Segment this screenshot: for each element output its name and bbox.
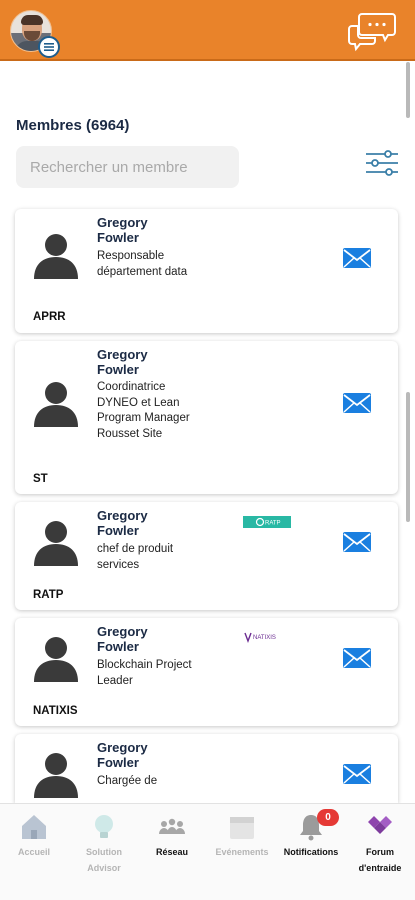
notification-count-badge: 0 [317, 809, 339, 826]
person-icon [34, 234, 78, 279]
page-title: Membres (6964) [16, 117, 130, 134]
search-input[interactable] [16, 146, 239, 188]
member-role: Chargée de [97, 775, 158, 787]
member-card[interactable]: Gregory Fowler Coordinatrice DYNEO et Le… [15, 341, 398, 494]
member-name[interactable]: Gregory Fowler [97, 347, 187, 377]
member-company: RATP [33, 589, 64, 601]
network-people-icon [159, 818, 185, 834]
forum-diamond-icon [368, 816, 392, 834]
person-icon [34, 637, 78, 682]
member-card[interactable]: Gregory Fowler Responsable département d… [15, 209, 398, 333]
bottom-navigation: Accueil Solution Advisor Réseau Evénemen… [0, 803, 415, 900]
company-logo-ratp: RATP [243, 516, 291, 528]
nav-item-accueil[interactable]: Accueil [0, 812, 69, 860]
mail-icon[interactable] [342, 647, 372, 669]
member-role: Responsable département data [97, 250, 188, 278]
member-role: Blockchain Project Leader [97, 659, 192, 687]
menu-icon[interactable] [38, 36, 60, 58]
person-icon [34, 753, 78, 798]
nav-item-notifications[interactable]: 0 Notifications [276, 809, 346, 860]
sliders-icon[interactable] [365, 150, 399, 176]
nav-item-evenements[interactable]: Evénements [207, 812, 277, 860]
home-icon [22, 815, 46, 839]
member-name[interactable]: Gregory Fowler [97, 740, 187, 770]
company-logo-text: NATIXIS [253, 635, 276, 641]
nav-label: Forum d'entraide [358, 847, 402, 873]
nav-label: Réseau [155, 847, 189, 857]
chat-bubbles-icon[interactable] [348, 10, 396, 52]
member-company: NATIXIS [33, 705, 78, 717]
member-name[interactable]: Gregory Fowler [97, 215, 187, 245]
nav-label: Accueil [17, 847, 50, 857]
mail-icon[interactable] [342, 247, 372, 269]
member-role: Coordinatrice DYNEO et Lean Program Mana… [97, 381, 190, 440]
member-card[interactable]: Gregory Fowler Blockchain Project Leader… [15, 618, 398, 726]
member-card[interactable]: Gregory Fowler chef de produit services … [15, 502, 398, 610]
lightbulb-icon [95, 815, 113, 838]
member-name[interactable]: Gregory Fowler [97, 508, 187, 538]
member-company: ST [33, 473, 48, 485]
mail-icon[interactable] [342, 531, 372, 553]
company-logo-natixis: NATIXIS [244, 632, 276, 643]
person-icon [34, 382, 78, 427]
nav-item-forum[interactable]: Forum d'entraide [345, 812, 415, 876]
company-logo-text: RATP [265, 521, 281, 527]
user-avatar-button[interactable] [10, 10, 60, 58]
nav-label: Evénements [215, 847, 269, 857]
member-name[interactable]: Gregory Fowler [97, 624, 187, 654]
person-icon [34, 521, 78, 566]
app-header [0, 0, 415, 61]
calendar-icon [230, 817, 254, 839]
scrollbar[interactable] [405, 62, 411, 802]
nav-label: Notifications [283, 847, 339, 857]
scrollbar-thumb-secondary[interactable] [406, 392, 410, 522]
mail-icon[interactable] [342, 392, 372, 414]
nav-item-solution-advisor[interactable]: Solution Advisor [69, 812, 139, 876]
scrollbar-thumb[interactable] [406, 62, 410, 118]
nav-item-reseau[interactable]: Réseau [137, 812, 207, 860]
mail-icon[interactable] [342, 763, 372, 785]
nav-label: Solution Advisor [86, 847, 122, 873]
member-card[interactable]: Gregory Fowler Chargée de [15, 734, 398, 803]
member-company: APRR [33, 311, 66, 323]
member-role: chef de produit services [97, 543, 174, 571]
